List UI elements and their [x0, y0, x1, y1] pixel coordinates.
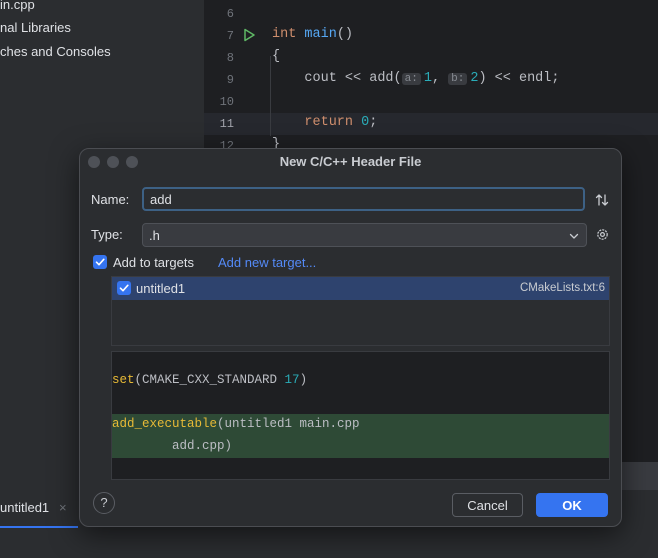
help-button[interactable]: ? — [93, 492, 115, 514]
code-token: return — [304, 115, 354, 130]
code-line-9: cout << add(a: 1, b: 2) << endl; — [272, 71, 559, 86]
target-cmake-location: CMakeLists.txt:6 — [520, 282, 605, 294]
code-token: int — [272, 27, 297, 42]
code-token: () — [336, 27, 354, 42]
code-token: (untitled1 main.cpp — [217, 417, 360, 431]
code-token: ) — [299, 373, 308, 387]
code-line-8: { — [272, 49, 281, 64]
line-number: 6 — [226, 7, 234, 21]
code-token: ( — [393, 71, 402, 86]
target-name: untitled1 — [136, 281, 186, 296]
run-icon[interactable] — [242, 28, 256, 42]
code-token: (CMAKE_CXX_STANDARD — [134, 373, 285, 387]
code-token: ; — [369, 115, 378, 130]
line-number: 11 — [219, 117, 234, 131]
checkmark-icon — [95, 258, 105, 266]
tree-item-scratches-and-consoles[interactable]: ches and Consoles — [0, 44, 111, 59]
name-input[interactable] — [142, 187, 585, 211]
sort-icon[interactable] — [595, 193, 609, 207]
chevron-down-icon — [569, 233, 579, 239]
ok-button[interactable]: OK — [536, 493, 608, 517]
run-tab-untitled1[interactable]: untitled1 — [0, 500, 49, 515]
code-token: set — [112, 373, 135, 387]
tree-item-main-cpp[interactable]: in.cpp — [0, 0, 35, 12]
type-label: Type: — [91, 227, 123, 242]
code-token: main — [304, 27, 337, 42]
line-number: 7 — [226, 29, 234, 43]
add-to-targets-label[interactable]: Add to targets — [113, 255, 194, 270]
target-row[interactable]: untitled1 CMakeLists.txt:6 — [112, 277, 609, 300]
parameter-hint: a: — [401, 73, 421, 85]
close-icon[interactable]: × — [59, 500, 67, 515]
parameter-hint: b: — [448, 73, 468, 85]
code-token: add_executable — [112, 417, 218, 431]
tree-item-external-libraries[interactable]: nal Libraries — [0, 20, 71, 35]
preview-line: set(CMAKE_CXX_STANDARD 17) — [112, 373, 307, 387]
code-line-11: return 0; — [272, 115, 377, 130]
line-number: 9 — [226, 73, 234, 87]
dialog-title: New C/C++ Header File — [279, 154, 422, 169]
cmake-preview: set(CMAKE_CXX_STANDARD 17) add_executabl… — [111, 351, 610, 480]
preview-line: add_executable(untitled1 main.cpp — [112, 417, 360, 431]
fold-guide — [270, 56, 271, 136]
target-checkbox[interactable] — [117, 281, 131, 295]
code-token: cout << — [304, 71, 370, 86]
code-token: add — [369, 71, 394, 86]
cancel-button[interactable]: Cancel — [452, 493, 523, 517]
line-number: 10 — [219, 95, 234, 109]
code-token: , — [431, 71, 449, 86]
preview-line: add.cpp) — [112, 439, 233, 453]
add-new-target-link[interactable]: Add new target... — [218, 255, 316, 270]
code-token: 17 — [284, 373, 300, 387]
code-token: 1 — [423, 71, 432, 86]
targets-list: untitled1 CMakeLists.txt:6 — [111, 276, 610, 346]
type-dropdown-value: .h — [149, 228, 160, 243]
checkmark-icon — [119, 284, 129, 292]
line-number: 8 — [226, 51, 234, 65]
tool-strip — [622, 462, 658, 490]
code-line-7: int main() — [272, 27, 353, 42]
code-token: ) << endl; — [478, 71, 560, 86]
name-label: Name: — [91, 192, 130, 207]
add-to-targets-checkbox[interactable] — [93, 255, 107, 269]
type-dropdown[interactable]: .h — [142, 223, 587, 247]
new-header-file-dialog: New C/C++ Header File Name: Type: .h Add… — [79, 148, 622, 527]
gear-icon[interactable] — [595, 227, 610, 242]
active-tab-indicator — [0, 526, 78, 528]
